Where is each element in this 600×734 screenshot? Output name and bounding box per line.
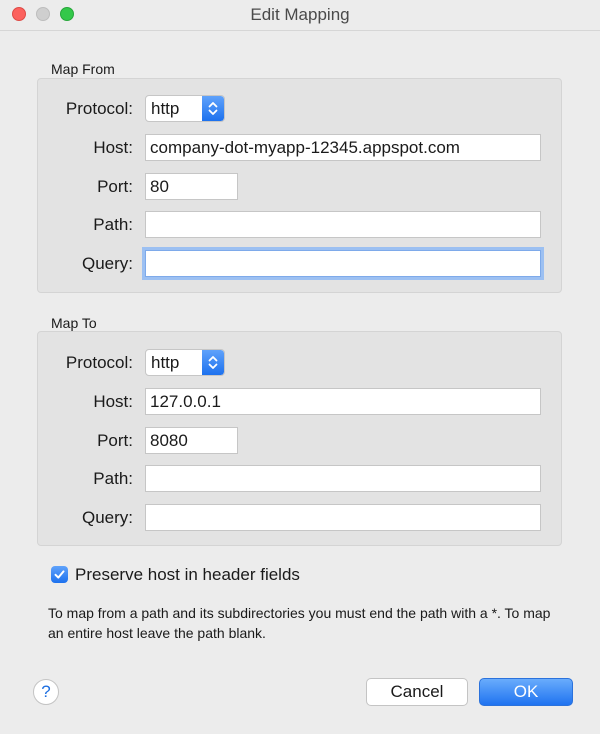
edit-mapping-dialog: Edit Mapping Map From Protocol: http Hos…: [0, 0, 600, 734]
cancel-button[interactable]: Cancel: [366, 678, 468, 706]
window-title: Edit Mapping: [250, 5, 350, 24]
map-from-path-label: Path:: [93, 215, 133, 234]
map-from-host-input[interactable]: company-dot-myapp-12345.appspot.com: [145, 134, 541, 161]
map-from-port-label: Port:: [97, 177, 133, 196]
map-to-port-label: Port:: [97, 431, 133, 450]
map-from-host-label: Host:: [93, 138, 133, 157]
map-from-path-input[interactable]: [145, 211, 541, 238]
map-to-path-input[interactable]: [145, 465, 541, 492]
map-to-protocol-select[interactable]: http: [145, 349, 225, 376]
map-to-query-input[interactable]: [145, 504, 541, 531]
map-to-protocol-value: http: [151, 353, 180, 372]
map-to-query-label: Query:: [81, 508, 133, 527]
map-to-group: Protocol: http Host: 127.0.0.1 Port: 808…: [37, 331, 562, 546]
map-to-protocol-label: Protocol:: [65, 353, 133, 372]
chevron-updown-icon: [202, 96, 224, 121]
map-to-host-label: Host:: [93, 392, 133, 411]
preserve-host-label[interactable]: Preserve host in header fields: [75, 565, 300, 585]
map-from-protocol-select[interactable]: http: [145, 95, 225, 122]
help-button[interactable]: ?: [33, 679, 59, 705]
map-from-query-label: Query:: [81, 254, 133, 273]
title-bar: Edit Mapping: [0, 0, 600, 31]
preserve-host-checkbox[interactable]: [51, 566, 68, 583]
path-help-text: To map from a path and its subdirectorie…: [48, 605, 551, 641]
checkmark-icon: [54, 570, 65, 579]
map-to-port-input[interactable]: 8080: [145, 427, 238, 454]
map-to-host-input[interactable]: 127.0.0.1: [145, 388, 541, 415]
chevron-updown-icon: [202, 350, 224, 375]
map-to-path-label: Path:: [93, 469, 133, 488]
map-from-protocol-value: http: [151, 99, 180, 118]
map-to-section-label: Map To: [51, 315, 97, 331]
map-from-group: Protocol: http Host: company-dot-myapp-1…: [37, 78, 562, 293]
map-from-section-label: Map From: [51, 61, 115, 77]
map-from-protocol-label: Protocol:: [65, 99, 133, 118]
map-from-query-input[interactable]: [145, 250, 541, 277]
ok-button[interactable]: OK: [479, 678, 573, 706]
map-from-port-input[interactable]: 80: [145, 173, 238, 200]
